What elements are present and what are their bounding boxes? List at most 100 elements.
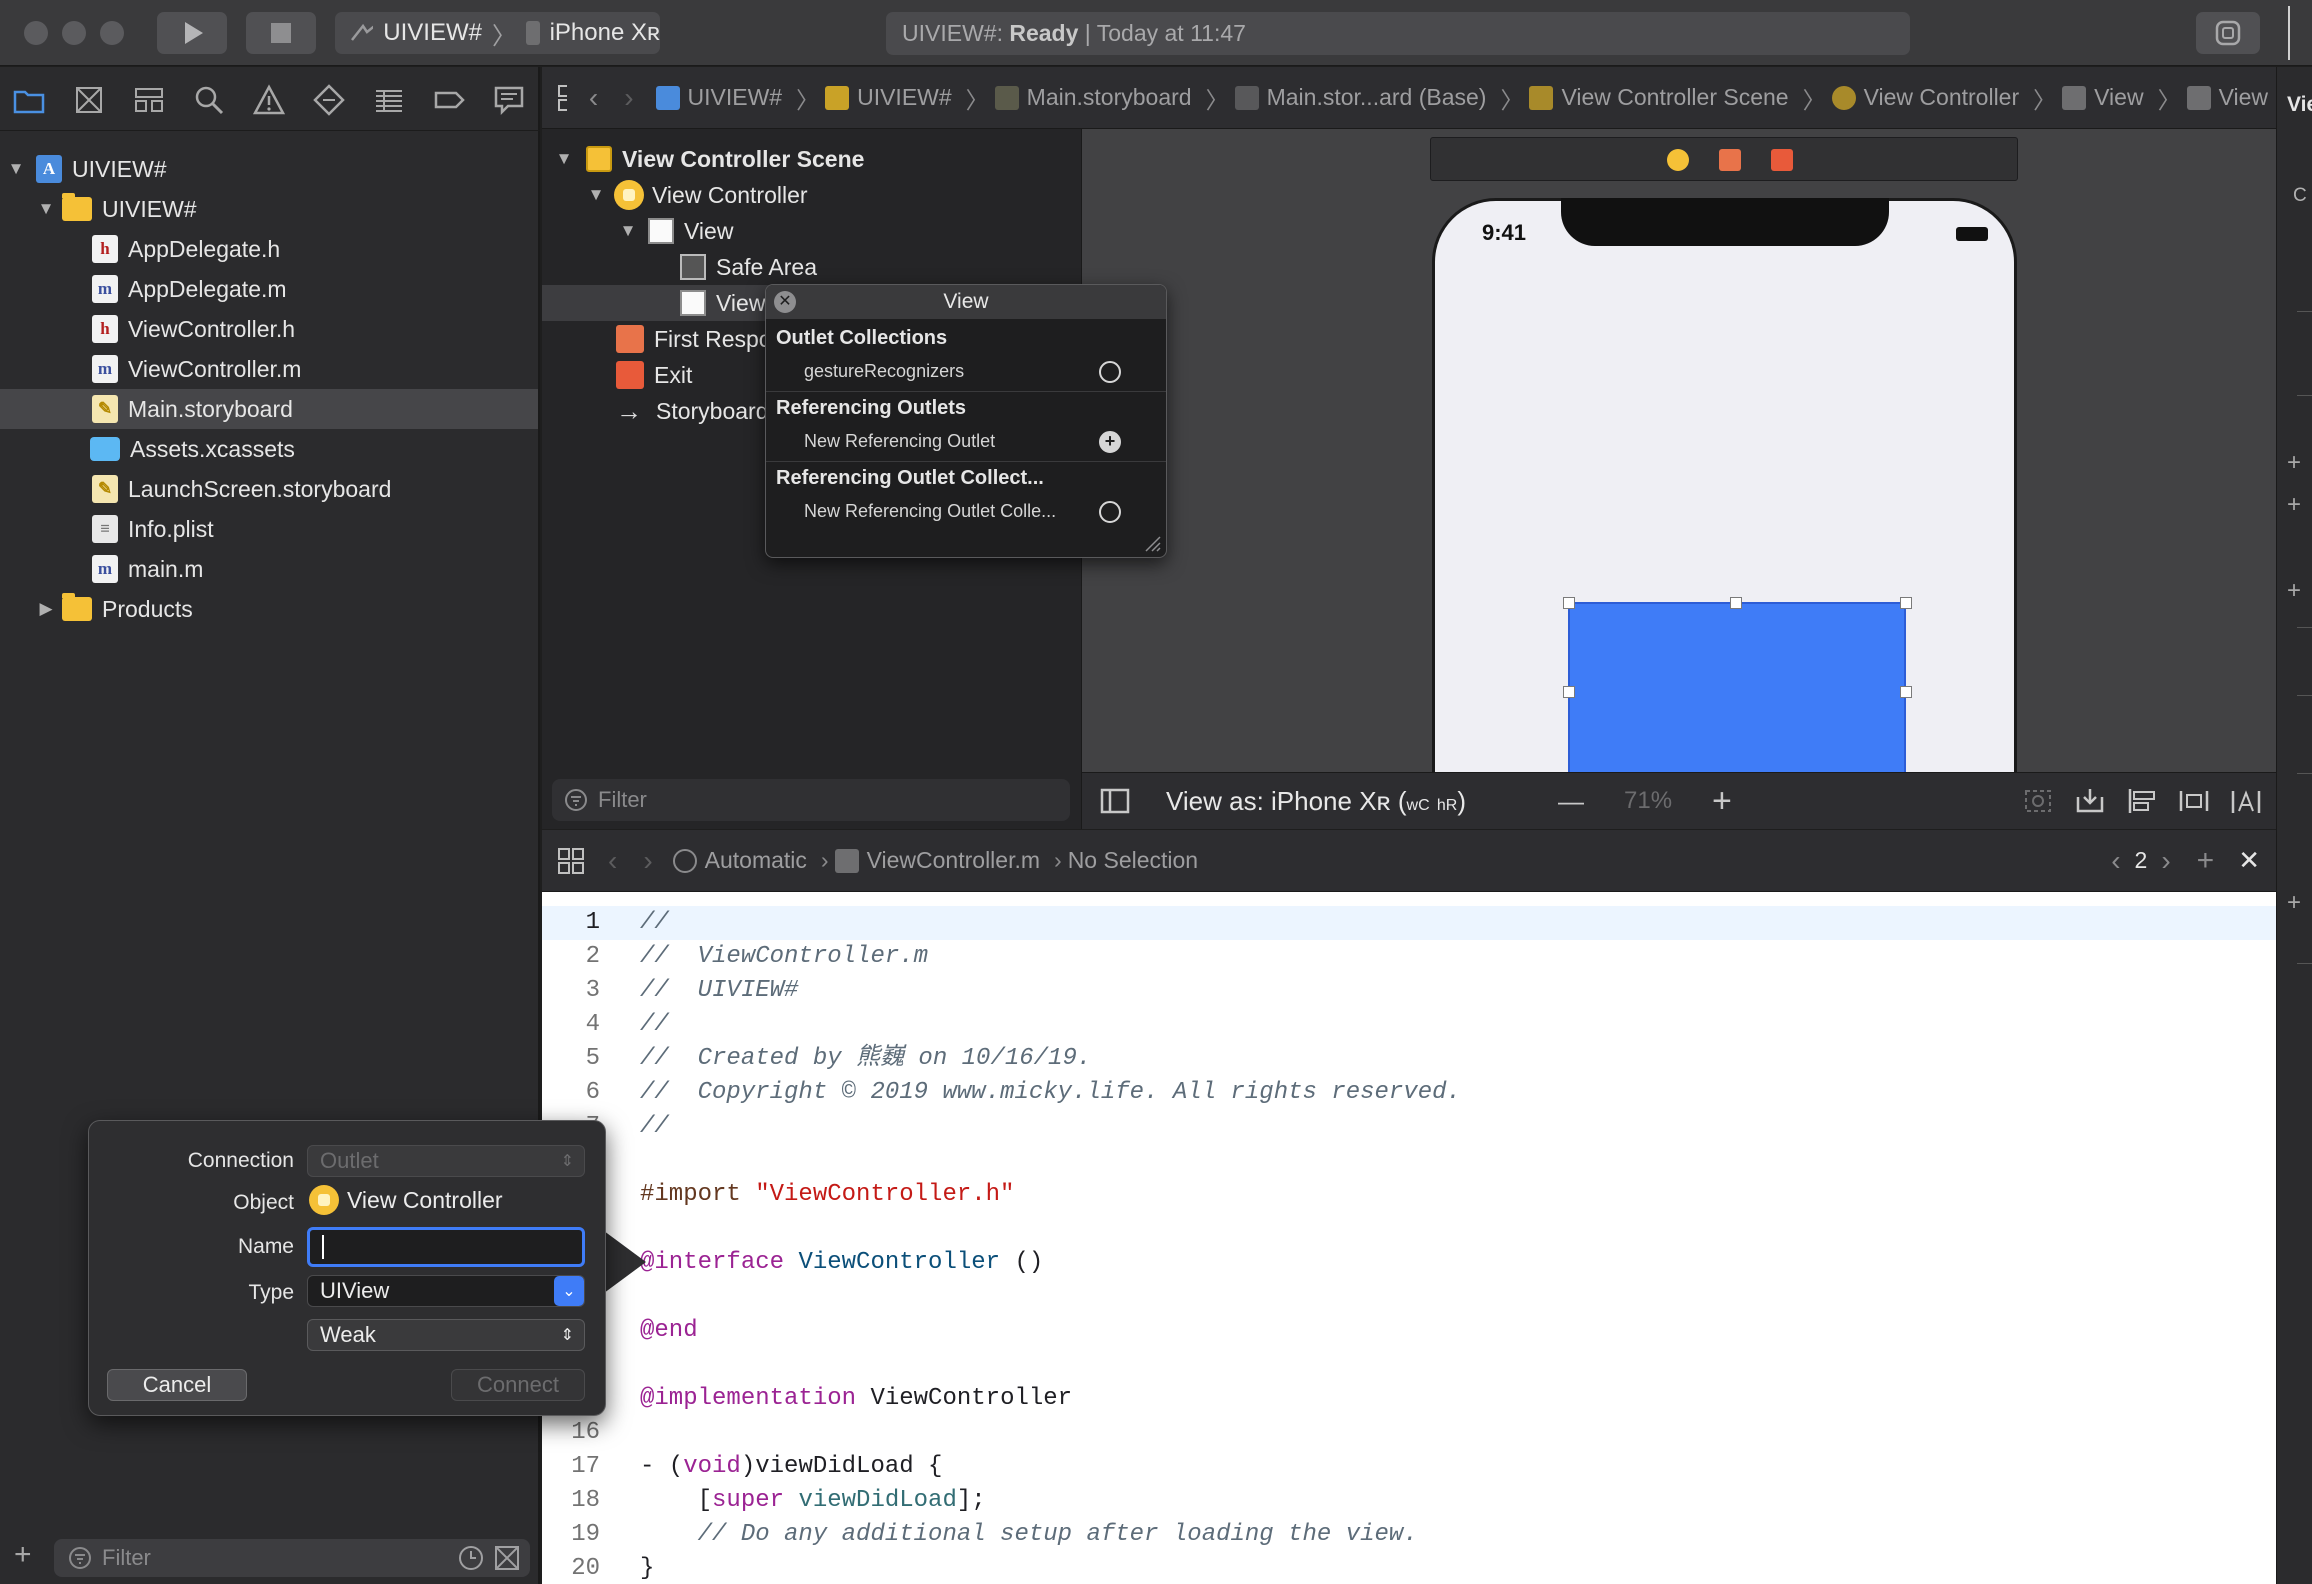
connection-plus-icon[interactable]: + — [1099, 431, 1121, 453]
minimize-window-button[interactable] — [62, 21, 86, 45]
report-icon[interactable] — [492, 83, 526, 117]
run-button[interactable] — [157, 12, 227, 54]
code-line[interactable]: 11@interface ViewController () — [542, 1246, 2276, 1280]
toggle-outline-icon[interactable] — [1100, 787, 1130, 815]
close-icon[interactable]: ✕ — [774, 291, 796, 313]
tree-row-project[interactable]: ▼ A UIVIEW# — [0, 149, 538, 189]
test-icon[interactable] — [312, 83, 346, 117]
recent-files-icon[interactable] — [458, 1545, 484, 1571]
code-line[interactable]: 7// — [542, 1110, 2276, 1144]
connect-button[interactable]: Connect — [451, 1369, 585, 1401]
code-line[interactable]: 6 // Copyright © 2019 www.micky.life. All… — [542, 1076, 2276, 1110]
code-line[interactable]: 9#import "ViewController.h" — [542, 1178, 2276, 1212]
embed-in-icon[interactable] — [2074, 787, 2106, 815]
tree-row-file[interactable]: h ViewController.h — [0, 309, 538, 349]
breadcrumb-storyboard[interactable]: Main.storyboard — [994, 84, 1192, 111]
resize-handle[interactable] — [1900, 686, 1912, 698]
breadcrumb-project[interactable]: UIVIEW# — [655, 84, 782, 111]
zoom-in-button[interactable]: + — [1712, 782, 1732, 821]
scheme-selector[interactable]: UIVIEW# 〉 iPhone Xʀ — [335, 12, 660, 54]
code-line[interactable]: 3 // UIVIEW# — [542, 974, 2276, 1008]
tree-row-file[interactable]: ≡ Info.plist — [0, 509, 538, 549]
outlet-name-field[interactable] — [307, 1227, 585, 1267]
next-counterpart-icon[interactable]: › — [2161, 845, 2170, 877]
debug-icon[interactable] — [372, 83, 406, 117]
source-control-icon[interactable] — [72, 83, 106, 117]
code-line[interactable]: 4 // — [542, 1008, 2276, 1042]
disclosure-open-icon[interactable]: ▼ — [618, 221, 638, 241]
resize-handle[interactable] — [1730, 597, 1742, 609]
disclosure-closed-icon[interactable]: ▶ — [36, 599, 56, 619]
back-arrow-icon[interactable]: ‹ — [608, 845, 617, 877]
outline-row-safe-area[interactable]: Safe Area — [542, 249, 1082, 285]
disclosure-open-icon[interactable]: ▼ — [6, 159, 26, 179]
resize-handle[interactable] — [1563, 597, 1575, 609]
zoom-level[interactable]: 71% — [1624, 787, 1672, 815]
outline-row-view[interactable]: ▼ View — [542, 213, 1082, 249]
exit-icon[interactable] — [1771, 149, 1793, 171]
back-arrow-icon[interactable]: ‹ — [589, 82, 598, 114]
breadcrumb-base[interactable]: Main.stor...ard (Base) — [1234, 84, 1486, 111]
breadcrumb-selection[interactable]: No Selection — [1068, 847, 1198, 874]
resize-handle[interactable] — [1900, 597, 1912, 609]
outline-row-scene[interactable]: ▼ View Controller Scene — [542, 141, 1082, 177]
add-variation-icon[interactable]: + — [2287, 491, 2301, 519]
tree-row-file[interactable]: m main.m — [0, 549, 538, 589]
add-file-button[interactable]: + — [14, 1538, 32, 1572]
previous-counterpart-icon[interactable]: ‹ — [2111, 845, 2120, 877]
connection-circle-icon[interactable] — [1099, 361, 1121, 383]
code-line[interactable]: 17 - (void)viewDidLoad { — [542, 1450, 2276, 1484]
related-items-icon[interactable] — [556, 846, 586, 876]
view-controller-icon[interactable] — [1667, 149, 1689, 171]
storage-select[interactable]: Weak ⇕ — [307, 1319, 585, 1351]
code-line[interactable]: 2 // ViewController.m — [542, 940, 2276, 974]
tree-row-group[interactable]: ▼ UIVIEW# — [0, 189, 538, 229]
code-line[interactable]: 1 // — [542, 906, 2276, 940]
outline-filter-field[interactable]: Filter — [552, 779, 1070, 821]
add-constraints-icon[interactable] — [2178, 787, 2210, 815]
code-line[interactable]: 13@end — [542, 1314, 2276, 1348]
view-as-button[interactable]: View as: iPhone Xʀ (wC hR) — [1166, 786, 1466, 817]
close-editor-icon[interactable]: ✕ — [2238, 845, 2260, 876]
close-window-button[interactable] — [24, 21, 48, 45]
code-line[interactable]: 15@implementation ViewController — [542, 1382, 2276, 1416]
cancel-button[interactable]: Cancel — [107, 1369, 247, 1401]
disclosure-open-icon[interactable]: ▼ — [586, 185, 606, 205]
breadcrumb-group[interactable]: UIVIEW# — [825, 84, 952, 111]
breadcrumb-scene[interactable]: View Controller Scene — [1529, 84, 1789, 111]
tree-row-file[interactable]: ✎ LaunchScreen.storyboard — [0, 469, 538, 509]
blue-subview[interactable] — [1568, 602, 1906, 778]
breadcrumb-view[interactable]: View — [2062, 84, 2144, 111]
zoom-out-button[interactable]: — — [1558, 786, 1584, 817]
code-line[interactable]: 5 // Created by 熊巍 on 10/16/19. — [542, 1042, 2276, 1076]
code-line[interactable]: 19 // Do any additional setup after load… — [542, 1518, 2276, 1552]
search-icon[interactable] — [192, 83, 226, 117]
resize-handle[interactable] — [1563, 686, 1575, 698]
add-variation-icon[interactable]: + — [2287, 449, 2301, 477]
breadcrumb-subview[interactable]: View — [2186, 84, 2268, 111]
breakpoint-icon[interactable] — [432, 83, 466, 117]
connection-select[interactable]: Outlet ⇕ — [307, 1145, 585, 1177]
related-items-icon[interactable] — [556, 83, 567, 113]
symbol-icon[interactable] — [132, 83, 166, 117]
disclosure-open-icon[interactable]: ▼ — [36, 199, 56, 219]
stop-button[interactable] — [246, 12, 316, 54]
disclosure-open-icon[interactable]: ▼ — [554, 149, 574, 169]
type-combo[interactable]: UIView ⌄ — [307, 1275, 585, 1307]
source-control-filter-icon[interactable] — [494, 1545, 520, 1571]
add-variation-icon[interactable]: + — [2287, 889, 2301, 917]
tree-row-file[interactable]: Assets.xcassets — [0, 429, 538, 469]
source-editor[interactable]: 1 // 2 // ViewController.m 3 // UIVIEW# 4 // 5 //… — [542, 892, 2276, 1584]
chevron-down-icon[interactable]: ⌄ — [554, 1276, 584, 1306]
tree-row-file[interactable]: h AppDelegate.h — [0, 229, 538, 269]
breadcrumb-view-controller[interactable]: View Controller — [1831, 84, 2019, 111]
code-line[interactable]: 18 [super viewDidLoad]; — [542, 1484, 2276, 1518]
code-line[interactable]: 20} — [542, 1552, 2276, 1584]
code-line[interactable]: 14 — [542, 1348, 2276, 1382]
tree-row-file-selected[interactable]: ✎ Main.storyboard — [0, 389, 538, 429]
resize-grip-icon[interactable] — [1144, 535, 1162, 553]
code-line[interactable]: 10 — [542, 1212, 2276, 1246]
outline-row-view-controller[interactable]: ▼ View Controller — [542, 177, 1082, 213]
connection-circle-icon[interactable] — [1099, 501, 1121, 523]
resolve-issues-icon[interactable] — [2230, 787, 2262, 815]
